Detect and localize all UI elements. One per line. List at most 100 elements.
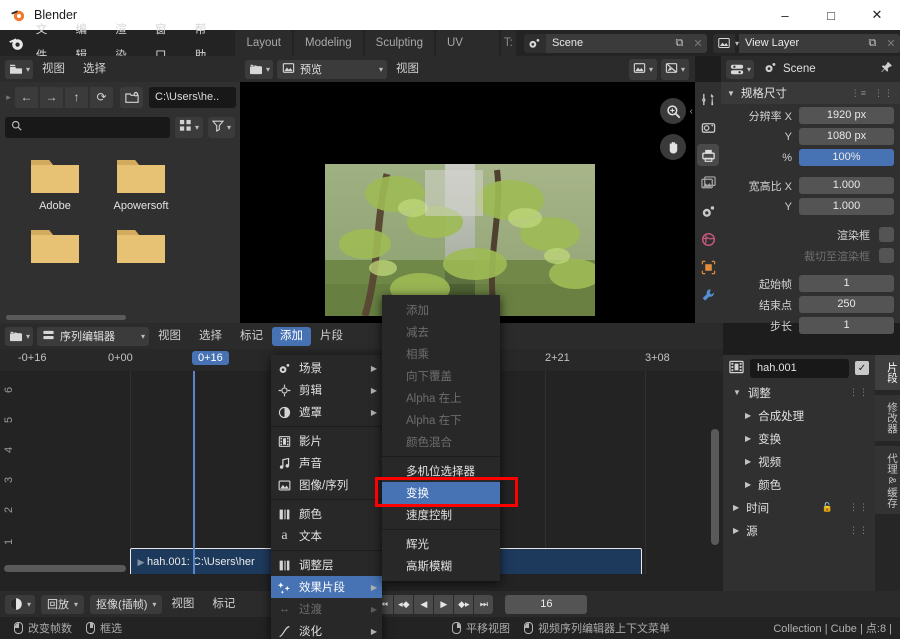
strip-enabled-checkbox[interactable]: ✓	[855, 361, 869, 375]
refresh-button[interactable]: ⟳	[90, 87, 113, 108]
preview-gizmo-selector[interactable]: ▾	[661, 59, 689, 80]
submenu-item-speed-control[interactable]: 速度控制	[382, 504, 500, 526]
file-browser-menu-view[interactable]: 视图	[33, 56, 74, 82]
close-button[interactable]: ✕	[854, 0, 900, 30]
tab-uv-editing[interactable]: UV Editing	[436, 30, 499, 56]
sequencer-menu-view[interactable]: 视图	[149, 323, 190, 349]
submenu-item-glow[interactable]: 辉光	[382, 533, 500, 555]
tab-texture-paint[interactable]: T:	[501, 30, 516, 56]
format-panel-header[interactable]: ▼ 规格尺寸 ⋮≡ ⋮⋮	[721, 82, 900, 104]
playhead-frame-badge[interactable]: 0+16	[192, 351, 229, 365]
playhead-line[interactable]	[193, 371, 195, 574]
strip-section-color[interactable]: ▶ 颜色	[723, 473, 875, 496]
sequencer-menu-add[interactable]: 添加	[272, 327, 311, 346]
tab-layout[interactable]: Layout	[235, 30, 292, 56]
strip-handle-left-icon[interactable]: ▶	[135, 548, 147, 574]
resolution-x-field[interactable]: 1920 px	[799, 107, 894, 124]
preview-editor-type-selector[interactable]: ▾	[245, 60, 273, 79]
list-item[interactable]	[98, 224, 184, 270]
menu-item-movie[interactable]: 影片	[271, 430, 382, 452]
new-folder-icon[interactable]	[120, 87, 143, 108]
tab-sculpting[interactable]: Sculpting	[365, 30, 434, 56]
preview-overlay-selector[interactable]: ▾	[629, 59, 657, 80]
menu-item-color[interactable]: 颜色	[271, 503, 382, 525]
parent-directory-button[interactable]: ↑	[65, 87, 88, 108]
view-layer-selector[interactable]: ▾ View Layer ⧉ ✕	[713, 33, 900, 53]
tab-modifiers[interactable]: 修改器	[875, 395, 900, 441]
resolution-percent-field[interactable]: 100%	[799, 149, 894, 166]
back-button[interactable]: ←	[15, 87, 38, 108]
aspect-x-field[interactable]: 1.000	[799, 177, 894, 194]
maximize-button[interactable]: □	[808, 0, 854, 30]
list-item[interactable]: Apowersoft	[98, 154, 184, 212]
frame-end-field[interactable]: 250	[799, 296, 894, 313]
timeline-menu-view[interactable]: 视图	[162, 591, 203, 617]
crop-to-render-region-checkbox[interactable]	[879, 248, 894, 263]
strip-name-field[interactable]: hah.001	[750, 359, 849, 378]
submenu-item-subtract[interactable]: 减去	[382, 321, 500, 343]
render-region-checkbox[interactable]	[879, 227, 894, 242]
tab-proxy-cache[interactable]: 代理 & 缓存	[875, 446, 900, 515]
strip-section-time[interactable]: ▶ 时间 🔓 ⋮⋮	[723, 496, 875, 519]
file-browser-file-list[interactable]: Adobe Apowersoft	[0, 142, 240, 323]
modifier-icon[interactable]	[697, 284, 719, 306]
drag-dots-icon[interactable]: ⋮⋮	[849, 387, 869, 398]
search-input[interactable]	[5, 117, 170, 138]
tool-icon[interactable]	[697, 88, 719, 110]
playback-popover[interactable]: 回放 ▾	[41, 595, 84, 614]
menu-item-mask[interactable]: 遮罩 ▶	[271, 401, 382, 423]
file-browser-editor-type-selector[interactable]: ▾	[5, 60, 33, 79]
sequencer-view-type-selector[interactable]: 序列编辑器 ▾	[37, 327, 149, 346]
submenu-item-multiply[interactable]: 相乘	[382, 343, 500, 365]
pan-hand-icon[interactable]	[660, 134, 686, 160]
preview-display-mode-selector[interactable]: 预览 ▾	[277, 60, 387, 79]
preset-list-icon[interactable]: ⋮≡ ⋮⋮	[851, 88, 894, 99]
sequencer-menu-select[interactable]: 选择	[190, 323, 231, 349]
scene-close-button[interactable]: ✕	[689, 34, 707, 53]
tab-strip[interactable]: 片段	[875, 355, 900, 390]
submenu-item-alpha-under[interactable]: Alpha 在下	[382, 409, 500, 431]
submenu-item-alpha-over[interactable]: Alpha 在上	[382, 387, 500, 409]
timeline-menu-marker[interactable]: 标记	[203, 591, 244, 617]
region-toggle-icon[interactable]: ▸	[4, 92, 13, 103]
preview-region-collapse-icon[interactable]: ‹	[690, 106, 693, 117]
menu-item-text[interactable]: a 文本	[271, 525, 382, 547]
forward-button[interactable]: →	[40, 87, 63, 108]
next-keyframe-icon[interactable]: ◆▸	[454, 595, 473, 614]
properties-editor-type-selector[interactable]: ▾	[726, 60, 754, 79]
scene-selector[interactable]: Scene ⧉ ✕	[524, 33, 707, 53]
blender-menu-icon[interactable]	[6, 32, 27, 54]
menu-item-transition[interactable]: ↔ 过渡 ▶	[271, 598, 382, 620]
scene-copy-button[interactable]: ⧉	[670, 34, 689, 53]
directory-path-field[interactable]: C:\Users\he..	[149, 87, 236, 108]
play-icon[interactable]: ▶	[434, 595, 453, 614]
list-item[interactable]	[12, 224, 98, 270]
sequencer-editor-type-selector[interactable]: ▾	[5, 327, 33, 346]
current-frame-field[interactable]: 16	[505, 595, 587, 614]
zoom-icon[interactable]	[660, 98, 686, 124]
view-layer-copy-button[interactable]: ⧉	[863, 34, 882, 53]
menu-item-sound[interactable]: 声音	[271, 452, 382, 474]
menu-item-scene[interactable]: 场景 ▶	[271, 357, 382, 379]
minimize-button[interactable]: –	[762, 0, 808, 30]
strip-section-source[interactable]: ▶ 源 ⋮⋮	[723, 519, 875, 542]
unlock-icon[interactable]: 🔓	[822, 502, 834, 513]
render-icon[interactable]	[697, 116, 719, 138]
submenu-item-gaussian-blur[interactable]: 高斯模糊	[382, 555, 500, 577]
preview-canvas[interactable]: ‹	[240, 82, 695, 323]
preview-menu-view[interactable]: 视图	[387, 56, 428, 82]
output-icon[interactable]	[697, 144, 719, 166]
strip-section-transform[interactable]: ▶ 变换	[723, 427, 875, 450]
aspect-y-field[interactable]: 1.000	[799, 198, 894, 215]
frame-step-field[interactable]: 1	[799, 317, 894, 334]
menu-item-adjustment-layer[interactable]: 调整层	[271, 554, 382, 576]
menu-item-image-sequence[interactable]: 图像/序列	[271, 474, 382, 496]
file-browser-scrollbar[interactable]	[6, 315, 126, 320]
drag-dots-icon[interactable]: ⋮⋮	[849, 525, 869, 536]
tab-modeling[interactable]: Modeling	[294, 30, 363, 56]
pin-icon[interactable]	[880, 61, 893, 77]
menu-item-effect-strip[interactable]: 效果片段 ▶	[271, 576, 382, 598]
jump-end-icon[interactable]: ⏭	[474, 595, 493, 614]
play-reverse-icon[interactable]: ◀	[414, 595, 433, 614]
view-layer-icon[interactable]	[697, 172, 719, 194]
